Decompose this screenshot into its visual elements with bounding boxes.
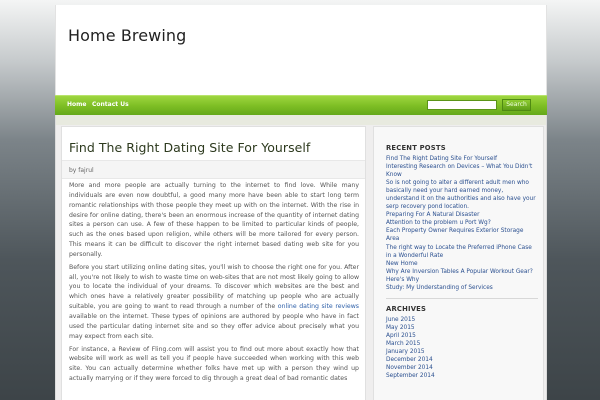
archive-link[interactable]: March 2015: [386, 341, 420, 347]
archive-link[interactable]: April 2015: [386, 333, 416, 339]
post-paragraph: More and more people are actually turnin…: [69, 182, 359, 258]
archives-list: June 2015 May 2015 April 2015 March 2015…: [386, 316, 538, 380]
nav-contact-link[interactable]: Contact Us: [92, 101, 129, 108]
post-meta-bar: by fajrul: [62, 160, 365, 179]
post-paragraph: For instance, a Review of Fling.com will…: [69, 345, 359, 383]
search-input[interactable]: [427, 100, 497, 110]
nav-home-link[interactable]: Home: [67, 101, 86, 108]
archive-item: June 2015: [386, 316, 538, 324]
post-paragraph: Before you start utilizing online dating…: [69, 263, 359, 342]
sidebar-divider: [386, 297, 538, 299]
nav-shadow-bar: [55, 115, 547, 125]
post-content: More and more people are actually turnin…: [69, 181, 359, 387]
post-author: by fajrul: [69, 167, 94, 174]
recent-post-link[interactable]: Each Property Owner Requires Exterior St…: [386, 228, 523, 242]
recent-post-item: Find The Right Dating Site For Yourself: [386, 155, 538, 163]
post-title[interactable]: Find The Right Dating Site For Yourself: [69, 140, 310, 155]
page-wrapper: Home Brewing Home Contact Us Search Find…: [55, 5, 547, 400]
archives-heading: ARCHIVES: [386, 304, 427, 313]
recent-post-item: Why Are Inversion Tables A Popular Worko…: [386, 268, 538, 284]
recent-post-link[interactable]: New Home: [386, 261, 418, 267]
archive-item: May 2015: [386, 324, 538, 332]
recent-post-item: New Home: [386, 260, 538, 268]
archive-item: November 2014: [386, 364, 538, 372]
recent-post-link[interactable]: The right way to Locate the Preferred iP…: [386, 245, 532, 259]
recent-post-link[interactable]: So is not going to alter a different adu…: [386, 180, 536, 210]
recent-posts-section: RECENT POSTS Find The Right Dating Site …: [386, 144, 538, 380]
recent-post-link[interactable]: Why Are Inversion Tables A Popular Worko…: [386, 269, 533, 283]
archive-link[interactable]: September 2014: [386, 373, 435, 379]
recent-post-item: The right way to Locate the Preferred iP…: [386, 244, 538, 260]
recent-post-item: Interesting Research on Devices – What Y…: [386, 163, 538, 179]
recent-post-link[interactable]: Interesting Research on Devices – What Y…: [386, 164, 532, 178]
recent-posts-list: Find The Right Dating Site For Yourself …: [386, 155, 538, 292]
archive-link[interactable]: November 2014: [386, 365, 433, 371]
recent-post-item: Study: My Understanding of Services: [386, 284, 538, 292]
archive-item: September 2014: [386, 372, 538, 380]
reviews-link[interactable]: online dating site reviews: [278, 303, 359, 310]
archive-item: April 2015: [386, 332, 538, 340]
site-header: Home Brewing: [55, 5, 547, 95]
recent-posts-heading: RECENT POSTS: [386, 144, 446, 152]
archive-link[interactable]: June 2015: [386, 317, 415, 323]
navigation-bar: Home Contact Us Search: [55, 95, 547, 115]
recent-post-link[interactable]: Attention to the problem u Port Wg?: [386, 220, 491, 226]
recent-post-link[interactable]: Study: My Understanding of Services: [386, 285, 493, 291]
recent-post-link[interactable]: Find The Right Dating Site For Yourself: [386, 156, 497, 162]
recent-post-item: So is not going to alter a different adu…: [386, 179, 538, 211]
archive-item: March 2015: [386, 340, 538, 348]
post-paragraph-text: available on the internet. These types o…: [69, 312, 359, 340]
content-area: Find The Right Dating Site For Yourself …: [55, 125, 547, 400]
archive-item: January 2015: [386, 348, 538, 356]
main-column: Find The Right Dating Site For Yourself …: [61, 126, 366, 400]
recent-post-link[interactable]: Preparing For A Natural Disaster: [386, 212, 479, 218]
recent-post-item: Each Property Owner Requires Exterior St…: [386, 227, 538, 243]
search-button[interactable]: Search: [502, 99, 531, 111]
recent-post-item: Attention to the problem u Port Wg?: [386, 219, 538, 227]
recent-post-item: Preparing For A Natural Disaster: [386, 211, 538, 219]
archive-link[interactable]: May 2015: [386, 325, 415, 331]
site-title[interactable]: Home Brewing: [68, 26, 186, 45]
sidebar: RECENT POSTS Find The Right Dating Site …: [373, 126, 544, 400]
archive-link[interactable]: January 2015: [386, 349, 425, 355]
archive-link[interactable]: December 2014: [386, 357, 433, 363]
archive-item: December 2014: [386, 356, 538, 364]
